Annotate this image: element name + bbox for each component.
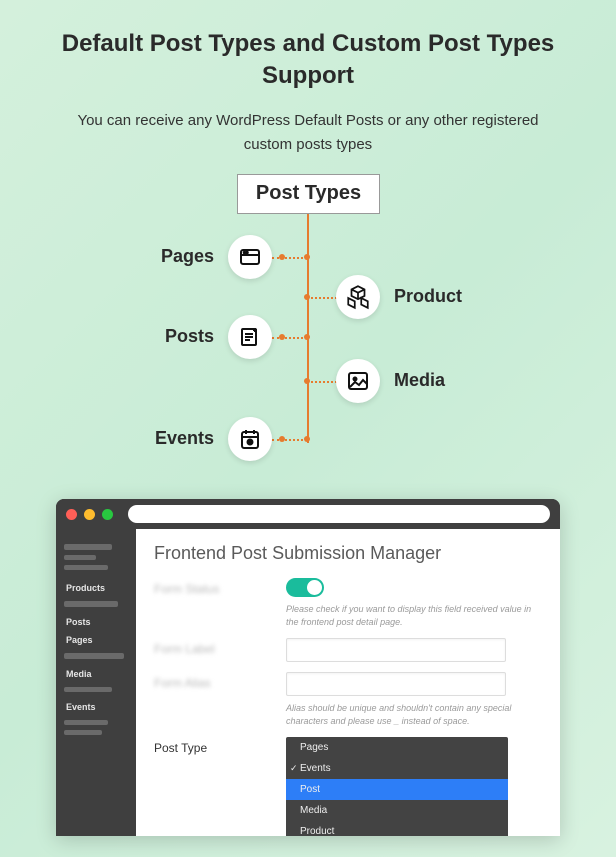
pages-icon — [228, 235, 272, 279]
sidebar-placeholder — [64, 653, 124, 659]
node-pages: Pages — [161, 235, 272, 279]
dropdown-option-pages[interactable]: Pages — [286, 737, 508, 758]
node-pages-label: Pages — [161, 246, 214, 267]
main-panel: Frontend Post Submission Manager Form St… — [136, 529, 560, 836]
titlebar — [56, 499, 560, 529]
connector-media — [307, 381, 337, 383]
media-icon — [336, 359, 380, 403]
post-types-diagram: Post Types Pages Product Posts Media — [0, 169, 616, 474]
dropdown-option-media[interactable]: Media — [286, 800, 508, 821]
dot-events-center — [304, 436, 310, 442]
app-frame: Products Posts Pages Media Events Fronte… — [56, 529, 560, 836]
dot-pages-outer — [279, 254, 285, 260]
window-maximize-icon[interactable] — [102, 509, 113, 520]
node-posts: Posts — [165, 315, 272, 359]
node-media: Media — [336, 359, 445, 403]
page-heading: Default Post Types and Custom Post Types… — [0, 0, 616, 101]
window-close-icon[interactable] — [66, 509, 77, 520]
product-icon — [336, 275, 380, 319]
sidebar-item-media[interactable]: Media — [64, 664, 128, 682]
dot-pages-center — [304, 254, 310, 260]
posts-icon — [228, 315, 272, 359]
events-icon — [228, 417, 272, 461]
url-bar[interactable] — [128, 505, 550, 523]
label-form-status: Form Status — [154, 578, 274, 596]
sidebar-placeholder — [64, 565, 108, 570]
sidebar-item-products[interactable]: Products — [64, 578, 128, 596]
label-form-label: Form Label — [154, 638, 274, 656]
node-product: Product — [336, 275, 462, 319]
connector-posts — [272, 337, 307, 339]
help-form-status: Please check if you want to display this… — [286, 603, 542, 628]
dropdown-option-post[interactable]: Post — [286, 779, 508, 800]
node-posts-label: Posts — [165, 326, 214, 347]
node-events-label: Events — [155, 428, 214, 449]
sidebar-item-pages[interactable]: Pages — [64, 630, 128, 648]
connector-pages — [272, 257, 307, 259]
dot-posts-center — [304, 334, 310, 340]
panel-title: Frontend Post Submission Manager — [154, 543, 542, 564]
row-post-type: Post Type Pages Events Post Media Produc… — [154, 737, 542, 836]
input-form-label[interactable] — [286, 638, 506, 662]
dropdown-post-type[interactable]: Pages Events Post Media Product — [286, 737, 508, 836]
input-form-alias[interactable] — [286, 672, 506, 696]
post-types-box-label: Post Types — [256, 182, 361, 205]
label-post-type: Post Type — [154, 737, 274, 755]
sidebar-item-events[interactable]: Events — [64, 697, 128, 715]
help-form-alias: Alias should be unique and shouldn't con… — [286, 702, 542, 727]
diagram-vertical-line — [307, 214, 309, 443]
sidebar: Products Posts Pages Media Events — [56, 529, 136, 836]
node-media-label: Media — [394, 370, 445, 391]
dot-product-center — [304, 294, 310, 300]
sidebar-placeholder — [64, 720, 108, 725]
connector-product — [307, 297, 337, 299]
node-events: Events — [155, 417, 272, 461]
dot-posts-outer — [279, 334, 285, 340]
sidebar-placeholder — [64, 544, 112, 550]
row-form-status: Form Status Please check if you want to … — [154, 578, 542, 628]
sidebar-item-posts[interactable]: Posts — [64, 612, 128, 630]
node-product-label: Product — [394, 286, 462, 307]
row-form-alias: Form Alias Alias should be unique and sh… — [154, 672, 542, 727]
toggle-form-status[interactable] — [286, 578, 324, 597]
dot-media-center — [304, 378, 310, 384]
dropdown-option-events[interactable]: Events — [286, 758, 508, 779]
sidebar-placeholder — [64, 687, 112, 692]
label-form-alias: Form Alias — [154, 672, 274, 690]
window-minimize-icon[interactable] — [84, 509, 95, 520]
sidebar-placeholder — [64, 730, 102, 735]
page-subheading: You can receive any WordPress Default Po… — [0, 101, 616, 169]
dot-events-outer — [279, 436, 285, 442]
sidebar-placeholder — [64, 555, 96, 560]
sidebar-placeholder — [64, 601, 118, 607]
post-types-box: Post Types — [237, 174, 380, 214]
browser-window: Products Posts Pages Media Events Fronte… — [56, 499, 560, 836]
dropdown-option-product[interactable]: Product — [286, 821, 508, 836]
row-form-label: Form Label — [154, 638, 542, 662]
connector-events — [272, 439, 307, 441]
